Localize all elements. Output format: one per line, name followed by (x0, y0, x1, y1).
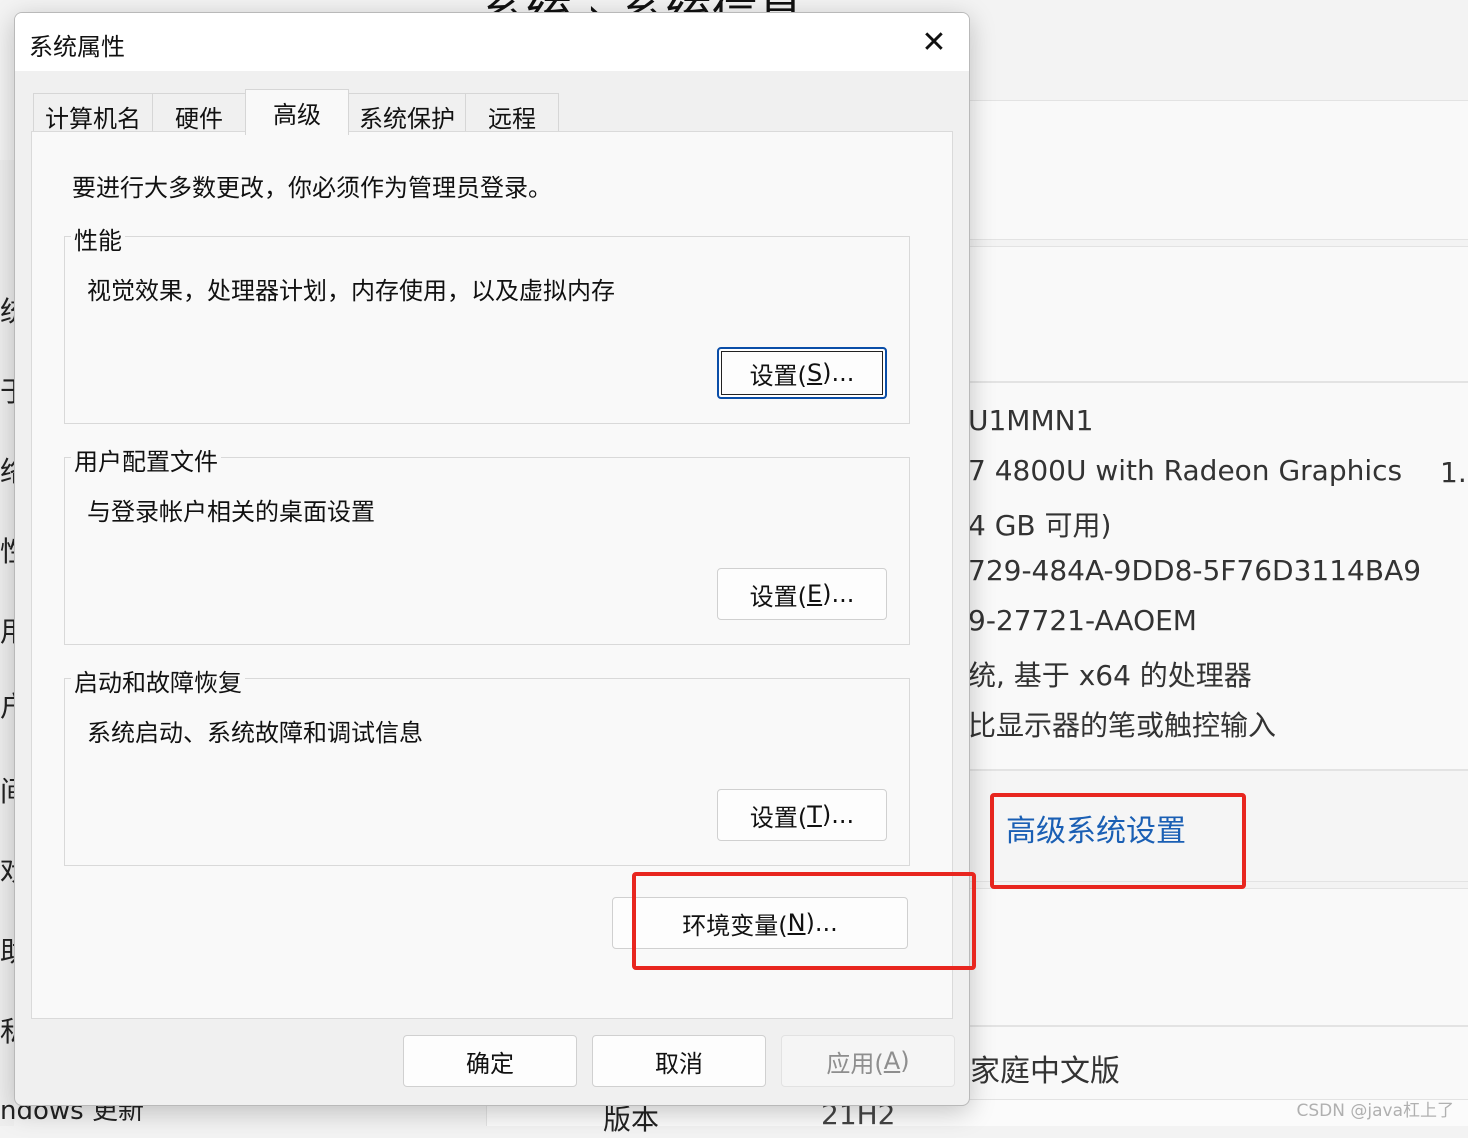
button-accelerator-key: T (807, 801, 822, 829)
apply-button[interactable]: 应用(A) (781, 1035, 955, 1087)
button-label-prefix: 设置( (749, 361, 807, 390)
startup-recovery-group: 启动和故障恢复 系统启动、系统故障和调试信息 设置(T)... (64, 663, 910, 866)
tab-system-protection[interactable]: 系统保护 (348, 93, 466, 133)
button-label-suffix: )... (822, 580, 855, 608)
button-label-suffix: )... (821, 801, 855, 829)
user-profiles-settings-button[interactable]: 设置(E)... (717, 568, 887, 620)
close-icon: ✕ (921, 24, 947, 60)
button-label-suffix: )... (822, 359, 855, 387)
spec-device-name: U1MMN1 (968, 404, 1094, 437)
user-profiles-legend: 用户配置文件 (71, 442, 221, 477)
spec-product-id: 9-27721-AAOEM (968, 604, 1197, 637)
button-label-prefix: 设置( (749, 582, 807, 611)
tab-hardware[interactable]: 硬件 (152, 93, 246, 133)
settings-card (968, 888, 1468, 1026)
dialog-title: 系统属性 (29, 33, 125, 61)
button-accelerator-key: S (806, 359, 823, 387)
spec-system-type: 统, 基于 x64 的处理器 (968, 659, 1252, 692)
button-label-suffix: ) (900, 1047, 910, 1075)
spec-edition: 家庭中文版 (970, 1054, 1120, 1089)
tab-advanced[interactable]: 高级 (245, 89, 349, 135)
settings-card (968, 100, 1468, 240)
button-accelerator-key: A (883, 1047, 901, 1075)
performance-group: 性能 视觉效果，处理器计划，内存使用，以及虚拟内存 设置(S)... (64, 221, 910, 424)
tab-computer-name[interactable]: 计算机名 (33, 93, 153, 133)
performance-description: 视觉效果，处理器计划，内存使用，以及虚拟内存 (87, 277, 615, 305)
spec-processor: 7 4800U with Radeon Graphics (968, 454, 1403, 487)
close-button[interactable]: ✕ (911, 21, 957, 63)
highlight-box-advanced-link (990, 793, 1246, 889)
highlight-box-env-button (632, 872, 976, 970)
admin-note: 要进行大多数更改，你必须作为管理员登录。 (72, 174, 552, 202)
settings-sidebar: 统 于 络 性 用 户 间 戏 助 私 (0, 160, 20, 1126)
spec-pen-touch: 比显示器的笔或触控输入 (968, 709, 1277, 742)
performance-legend: 性能 (71, 221, 125, 256)
user-profiles-description: 与登录帐户相关的桌面设置 (87, 498, 375, 526)
watermark: CSDN @java杠上了 (1296, 1101, 1455, 1121)
startup-recovery-legend: 启动和故障恢复 (71, 663, 245, 698)
startup-recovery-settings-button[interactable]: 设置(T)... (717, 789, 887, 841)
performance-settings-button[interactable]: 设置(S)... (717, 347, 887, 399)
settings-card (968, 246, 1468, 382)
tab-remote[interactable]: 远程 (465, 93, 559, 133)
spec-ram: 4 GB 可用) (968, 509, 1112, 542)
ok-button[interactable]: 确定 (403, 1035, 577, 1087)
cancel-button[interactable]: 取消 (592, 1035, 766, 1087)
button-label-prefix: 应用( (826, 1049, 884, 1078)
button-accelerator-key: E (806, 580, 823, 608)
button-label-prefix: 设置( (749, 803, 808, 832)
user-profiles-group: 用户配置文件 与登录帐户相关的桌面设置 设置(E)... (64, 442, 910, 645)
spec-processor-speed: 1.8 (1440, 456, 1468, 489)
startup-recovery-description: 系统启动、系统故障和调试信息 (87, 719, 423, 747)
spec-device-id: 729-484A-9DD8-5F76D3114BA9 (968, 554, 1422, 587)
dialog-titlebar[interactable]: 系统属性 ✕ (15, 13, 969, 71)
